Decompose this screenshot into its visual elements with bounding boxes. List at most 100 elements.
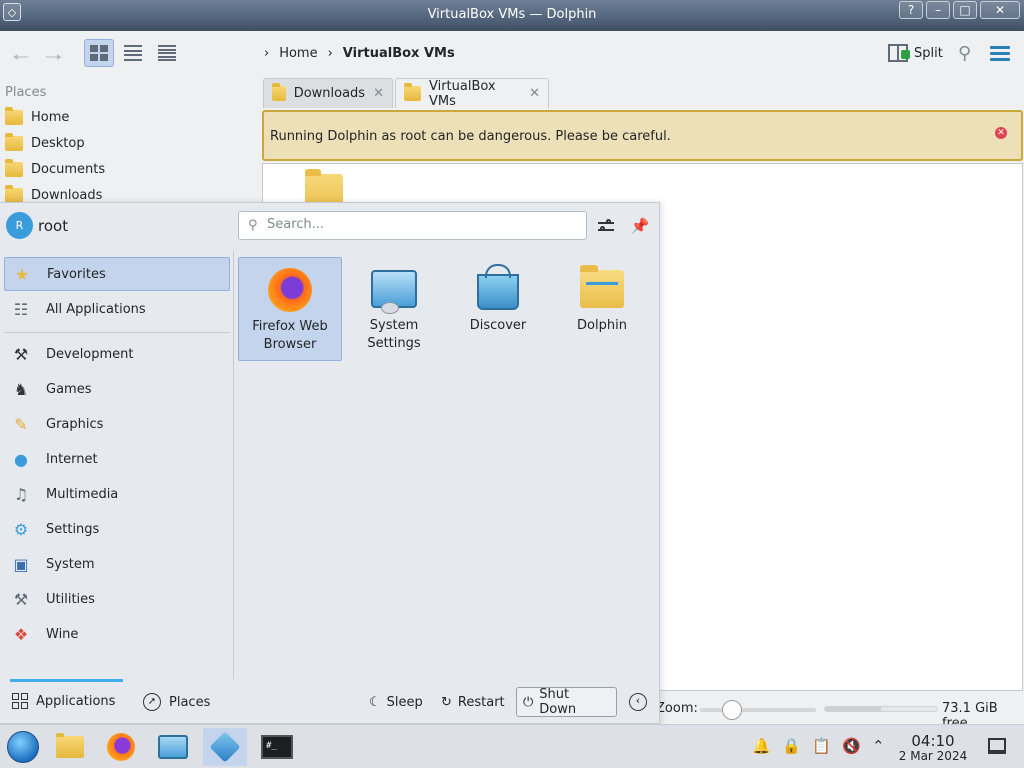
task-system-settings[interactable] [151, 728, 195, 766]
favorite-label: Browser [263, 337, 317, 352]
restart-icon: ↻ [441, 694, 452, 710]
favorite-firefox-web-browser[interactable]: Firefox Web Browser [238, 257, 342, 361]
zoom-slider[interactable] [700, 708, 816, 712]
category-graphics[interactable]: ✎ Graphics [4, 407, 230, 441]
places-item-desktop[interactable]: Desktop [5, 133, 85, 151]
shutdown-button[interactable]: ⏻ Shut Down [516, 687, 617, 717]
icons-view-button[interactable] [84, 39, 114, 67]
window-title: VirtualBox VMs — Dolphin [427, 7, 597, 22]
clipboard-icon[interactable]: 📋 [812, 737, 831, 755]
chevron-right-icon: › [327, 46, 333, 61]
pin-icon[interactable]: 📌 [629, 215, 651, 237]
close-tab-icon[interactable]: ✕ [373, 86, 384, 101]
status-bar: Zoom: 73.1 GiB free [656, 694, 1024, 731]
compact-view-icon [124, 45, 142, 61]
places-item-home[interactable]: Home [5, 107, 69, 125]
category-internet[interactable]: ● Internet [4, 442, 230, 476]
window-titlebar: ◇ VirtualBox VMs — Dolphin ? – □ ✕ [0, 0, 1024, 31]
tab-virtualbox-vms[interactable]: VirtualBox VMs ✕ [395, 78, 549, 109]
forward-arrow-icon[interactable]: 🠒 [45, 43, 62, 77]
system-icon: ▣ [13, 554, 29, 574]
minimize-button[interactable]: – [926, 1, 950, 19]
sleep-button[interactable]: ☾ Sleep [363, 687, 429, 717]
task-firefox[interactable] [99, 728, 143, 766]
help-button[interactable]: ? [899, 1, 923, 19]
category-label: Games [46, 381, 92, 397]
games-icon: ♞ [13, 379, 29, 399]
warning-message: Running Dolphin as root can be dangerous… [270, 129, 671, 144]
maximize-button[interactable]: □ [953, 1, 977, 19]
category-utilities[interactable]: ⚒ Utilities [4, 582, 230, 616]
task-virtualbox[interactable] [203, 728, 247, 766]
favorite-dolphin[interactable]: Dolphin [550, 257, 654, 361]
category-label: Settings [46, 521, 100, 537]
breadcrumb-home[interactable]: Home [279, 46, 317, 61]
details-view-icon [158, 45, 176, 61]
category-system[interactable]: ▣ System [4, 547, 230, 581]
taskbar: #_ 🔔 🔒 📋 🔇 ⌃ 04:10 2 Mar 2024 [0, 724, 1024, 768]
clock[interactable]: 04:10 2 Mar 2024 [896, 732, 970, 763]
places-item-downloads[interactable]: Downloads [5, 185, 103, 203]
category-favorites[interactable]: ★ Favorites [4, 257, 230, 291]
zoom-label: Zoom: [656, 701, 698, 716]
details-view-button[interactable] [152, 39, 182, 67]
application-launcher: R root ⚲ 📌 ★ Favorites ☷ All Applications ⚒ D… [0, 202, 660, 724]
search-input[interactable] [267, 217, 567, 232]
launcher-search[interactable]: ⚲ [238, 211, 587, 240]
terminal-icon: #_ [261, 735, 293, 759]
vault-icon[interactable]: 🔒 [782, 737, 801, 755]
places-item-label: Downloads [31, 188, 103, 203]
places-panel: Places Home Desktop Documents Downloads [0, 77, 260, 207]
clock-time: 04:10 [911, 732, 955, 750]
favorite-label: Discover [469, 318, 527, 333]
breadcrumb-current[interactable]: VirtualBox VMs [343, 46, 455, 61]
configure-icon[interactable] [595, 215, 617, 237]
places-item-documents[interactable]: Documents [5, 159, 105, 177]
category-settings[interactable]: ⚙ Settings [4, 512, 230, 546]
close-tab-icon[interactable]: ✕ [529, 86, 540, 101]
chevron-up-icon[interactable]: ⌃ [872, 737, 885, 755]
graphics-icon: ✎ [14, 414, 28, 434]
zoom-slider-handle[interactable] [722, 700, 742, 720]
category-label: Wine [46, 626, 79, 642]
start-button[interactable] [1, 728, 45, 766]
volume-muted-icon[interactable]: 🔇 [842, 737, 861, 755]
category-development[interactable]: ⚒ Development [4, 337, 230, 371]
sleep-icon: ☾ [369, 694, 381, 710]
category-label: All Applications [46, 301, 146, 317]
favorite-discover[interactable]: Discover [446, 257, 550, 361]
compact-view-button[interactable] [118, 39, 148, 67]
category-all-applications[interactable]: ☷ All Applications [4, 292, 230, 326]
favorite-system-settings[interactable]: System Settings [342, 257, 446, 361]
tab-places[interactable]: ➚ Places [143, 693, 210, 711]
task-terminal[interactable]: #_ [255, 728, 299, 766]
category-multimedia[interactable]: ♫ Multimedia [4, 477, 230, 511]
tab-label: VirtualBox VMs [428, 78, 496, 109]
show-desktop-icon[interactable] [988, 738, 1006, 754]
split-button[interactable]: Split [888, 44, 943, 62]
breadcrumb: › Home › VirtualBox VMs [264, 46, 455, 61]
tab-label: Places [169, 694, 211, 710]
category-wine[interactable]: ❖ Wine [4, 617, 230, 651]
category-games[interactable]: ♞ Games [4, 372, 230, 406]
hamburger-menu-icon[interactable] [990, 46, 1010, 61]
tab-downloads[interactable]: Downloads ✕ [263, 78, 393, 108]
folder-icon [272, 83, 286, 101]
clock-date: 2 Mar 2024 [898, 749, 968, 763]
category-label: Graphics [46, 416, 104, 432]
notifications-icon[interactable]: 🔔 [752, 737, 771, 755]
leave-options-button[interactable]: ‹ [625, 687, 651, 717]
task-file-manager[interactable] [48, 728, 92, 766]
search-icon[interactable]: ⚲ [958, 43, 971, 64]
folder-icon [404, 83, 421, 101]
close-window-button[interactable]: ✕ [980, 1, 1020, 19]
system-settings-icon [158, 735, 188, 759]
back-arrow-icon[interactable]: 🠐 [12, 43, 29, 77]
restart-button[interactable]: ↻ Restart [435, 687, 511, 717]
firefox-icon [107, 733, 135, 761]
avatar[interactable]: R [6, 212, 33, 239]
category-list: ★ Favorites ☷ All Applications ⚒ Development ♞… [0, 251, 234, 679]
tab-applications[interactable]: Applications [9, 679, 124, 709]
close-warning-icon[interactable]: ✕ [995, 127, 1007, 139]
restart-label: Restart [457, 694, 505, 710]
